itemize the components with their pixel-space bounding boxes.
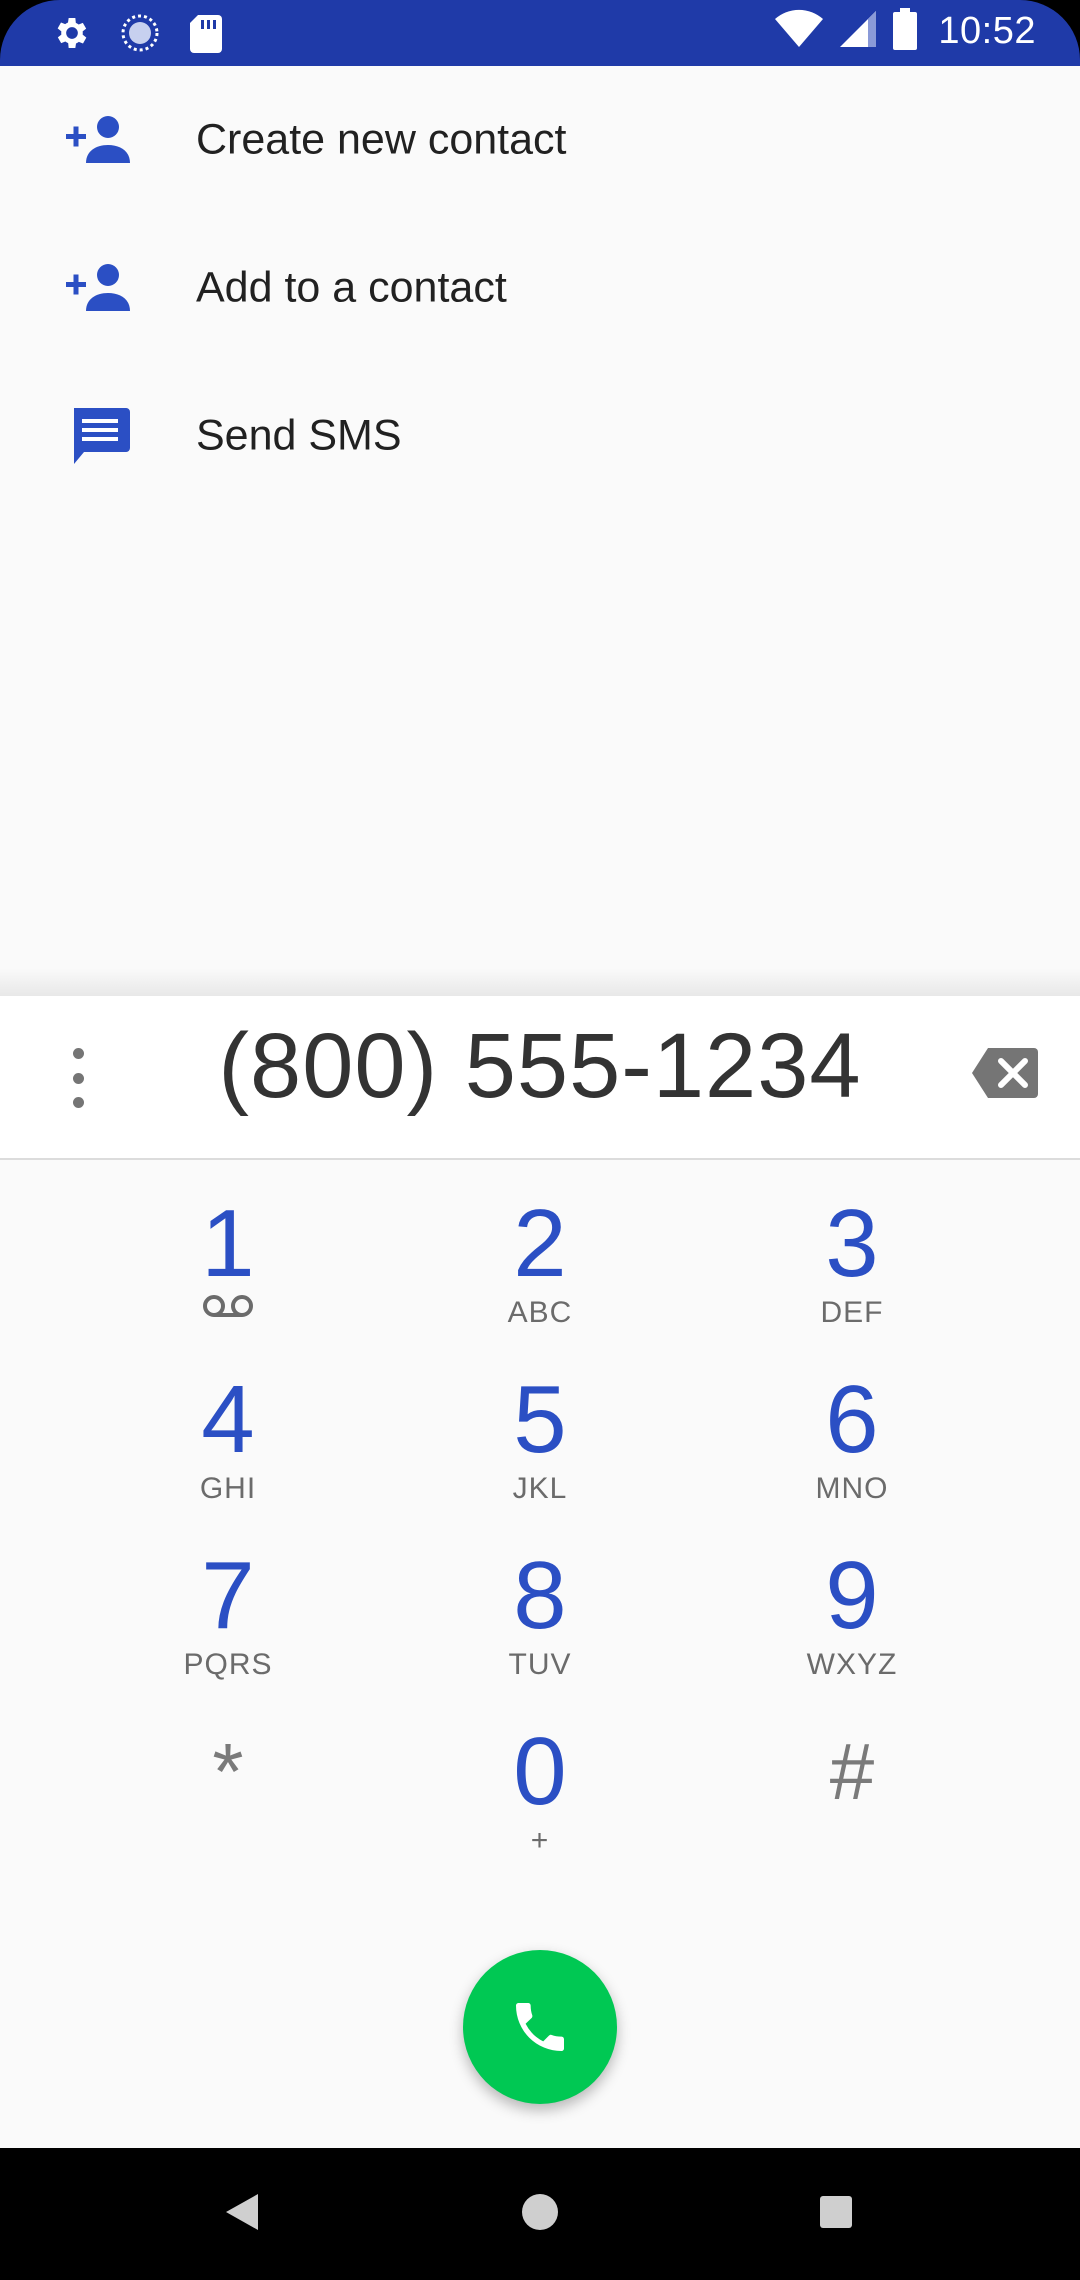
key-pound[interactable]: # (737, 1724, 967, 1874)
key-1[interactable]: 1 (113, 1196, 343, 1346)
signal-icon (838, 9, 878, 54)
back-icon (226, 2194, 258, 2230)
back-button[interactable] (212, 2182, 272, 2242)
key-6[interactable]: 6 MNO (737, 1372, 967, 1522)
wifi-icon (774, 9, 824, 54)
home-icon (522, 2194, 558, 2230)
phone-icon (516, 2003, 564, 2051)
person-add-icon (66, 110, 134, 170)
create-new-contact-item[interactable]: Create new contact (0, 66, 1080, 214)
backspace-icon (972, 1048, 1038, 1098)
message-icon (66, 406, 134, 466)
sd-card-icon (188, 13, 224, 58)
dialpad-shadow (0, 968, 1080, 998)
key-7[interactable]: 7 PQRS (113, 1548, 343, 1698)
voicemail-icon (113, 1294, 343, 1323)
recents-icon (820, 2196, 852, 2228)
key-2[interactable]: 2 ABC (425, 1196, 655, 1346)
key-8[interactable]: 8 TUV (425, 1548, 655, 1698)
screen: 10:52 Create new contact Add to a contac… (0, 0, 1080, 2280)
send-sms-label: Send SMS (196, 411, 402, 460)
dialed-number[interactable]: (800) 555-1234 (0, 1014, 1080, 1119)
actions-list: Create new contact Add to a contact Send… (0, 66, 1080, 996)
call-button[interactable] (463, 1950, 617, 2104)
recents-button[interactable] (806, 2182, 866, 2242)
create-new-contact-label: Create new contact (196, 115, 567, 164)
send-sms-item[interactable]: Send SMS (0, 362, 1080, 510)
key-0[interactable]: 0 + (425, 1724, 655, 1874)
digits-row: (800) 555-1234 (0, 996, 1080, 1160)
sync-icon (120, 13, 160, 58)
key-3[interactable]: 3 DEF (737, 1196, 967, 1346)
key-star[interactable]: * (113, 1724, 343, 1874)
add-to-contact-label: Add to a contact (196, 263, 507, 312)
battery-icon (892, 8, 918, 55)
home-button[interactable] (510, 2182, 570, 2242)
key-9[interactable]: 9 WXYZ (737, 1548, 967, 1698)
status-bar: 10:52 (0, 0, 1080, 66)
backspace-button[interactable] (970, 1046, 1040, 1100)
person-add-icon (66, 258, 134, 318)
add-to-contact-item[interactable]: Add to a contact (0, 214, 1080, 362)
clock: 10:52 (938, 10, 1036, 52)
key-4[interactable]: 4 GHI (113, 1372, 343, 1522)
key-5[interactable]: 5 JKL (425, 1372, 655, 1522)
settings-icon (52, 13, 92, 58)
navigation-bar (0, 2148, 1080, 2280)
